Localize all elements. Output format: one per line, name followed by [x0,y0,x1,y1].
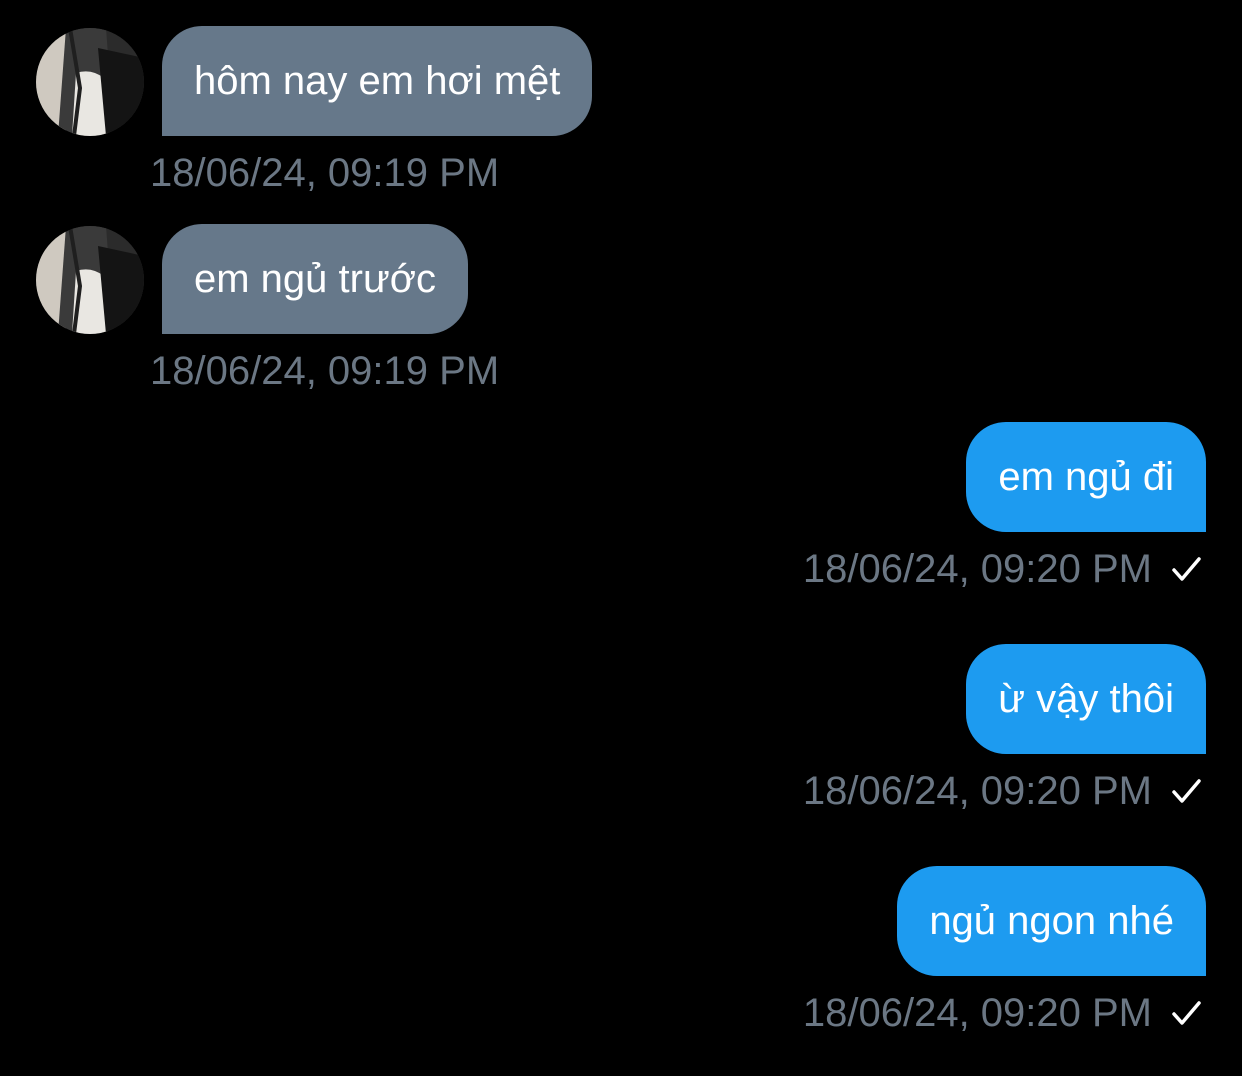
checkmark-icon [1166,549,1206,589]
contact-avatar[interactable] [36,226,144,334]
timestamp-text: 18/06/24, 09:19 PM [150,348,500,393]
chat-conversation: hôm nay em hơi mệt 18/06/24, 09:19 PM em… [0,0,1242,1076]
avatar-photo-icon [36,28,144,136]
message-timestamp: 18/06/24, 09:20 PM [803,766,1206,816]
message-text: ừ vậy thôi [998,676,1174,721]
message-timestamp: 18/06/24, 09:20 PM [803,544,1206,594]
message-timestamp: 18/06/24, 09:19 PM [150,148,499,198]
contact-avatar[interactable] [36,28,144,136]
timestamp-text: 18/06/24, 09:20 PM [802,768,1152,813]
avatar-photo-icon [36,226,144,334]
timestamp-text: 18/06/24, 09:20 PM [802,546,1152,591]
message-text: em ngủ đi [998,454,1174,499]
checkmark-icon [1166,771,1206,811]
message-timestamp: 18/06/24, 09:20 PM [803,988,1206,1038]
incoming-message-bubble[interactable]: hôm nay em hơi mệt [162,26,593,136]
incoming-message-bubble[interactable]: em ngủ trước [162,224,468,334]
message-text: ngủ ngon nhé [929,898,1174,943]
timestamp-text: 18/06/24, 09:19 PM [150,150,500,195]
outgoing-message-bubble[interactable]: em ngủ đi [966,422,1206,532]
outgoing-message-bubble[interactable]: ngủ ngon nhé [897,866,1206,976]
timestamp-text: 18/06/24, 09:20 PM [802,990,1152,1035]
message-timestamp: 18/06/24, 09:19 PM [150,346,499,396]
checkmark-icon [1166,993,1206,1033]
message-text: em ngủ trước [194,256,436,301]
message-text: hôm nay em hơi mệt [194,58,561,103]
outgoing-message-bubble[interactable]: ừ vậy thôi [966,644,1206,754]
